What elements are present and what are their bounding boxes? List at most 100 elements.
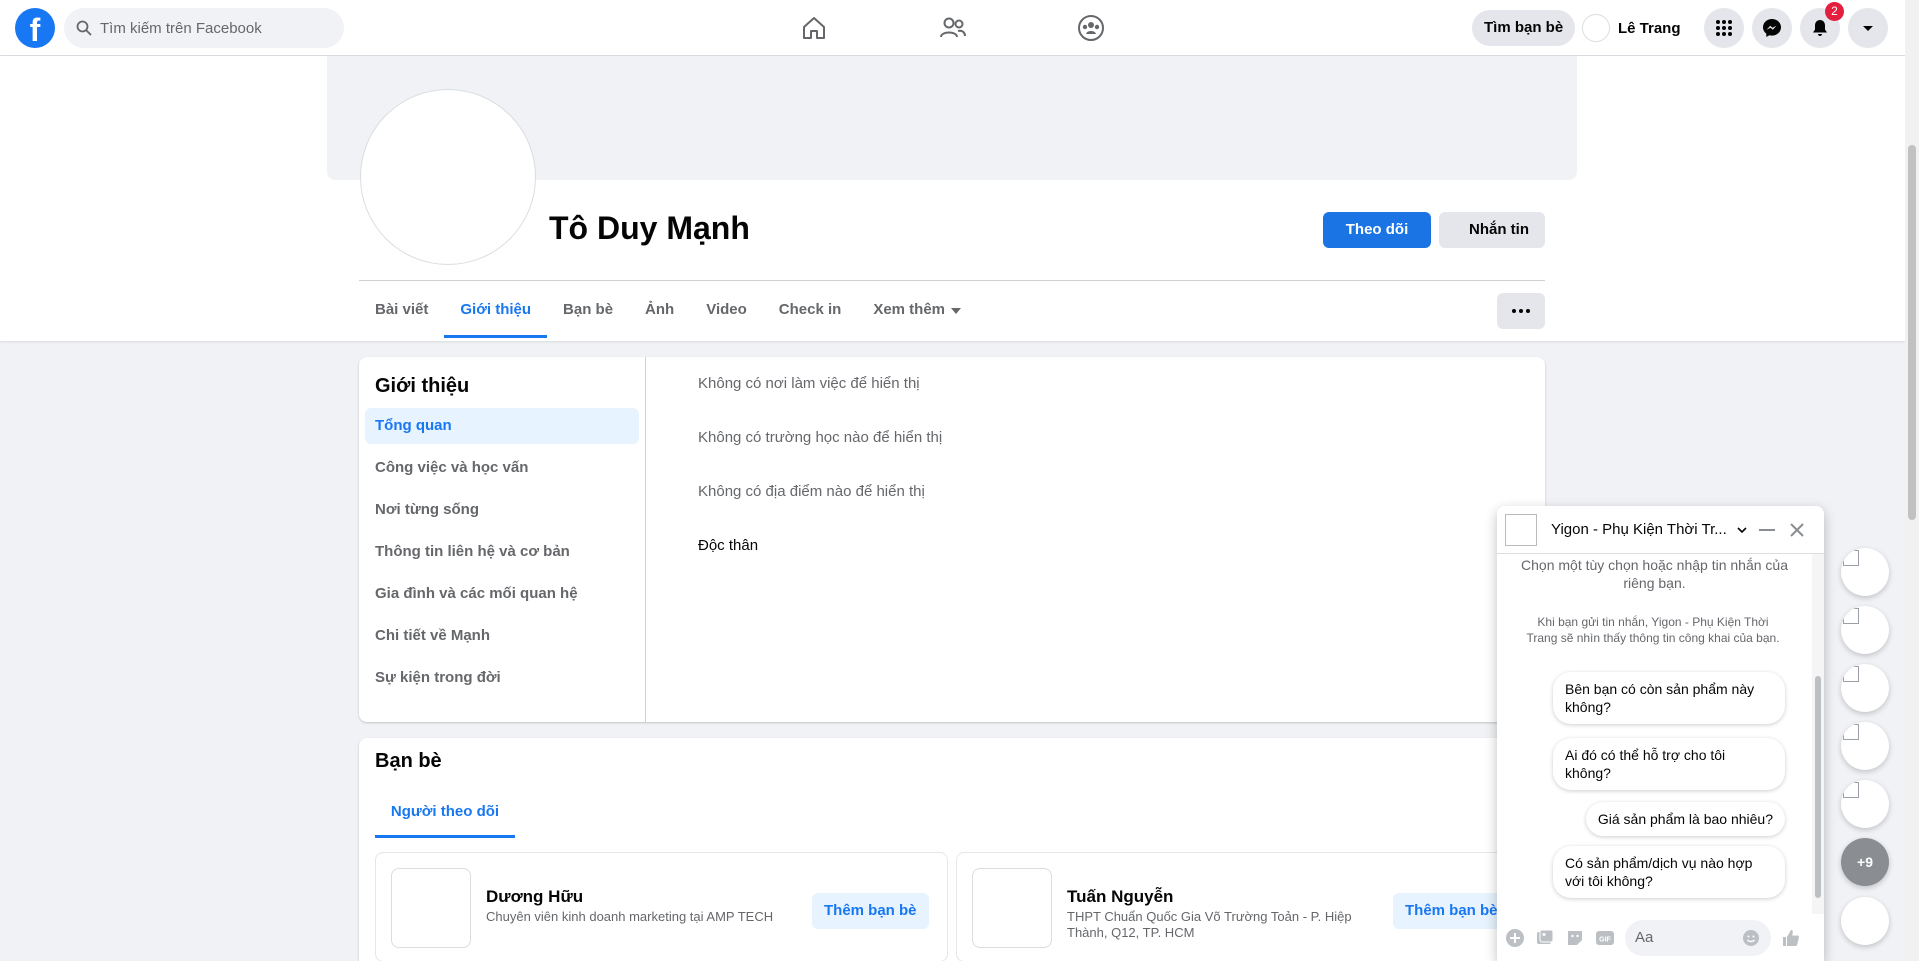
profile-name: Tô Duy Mạnh: [549, 210, 750, 246]
scrollbar-thumb[interactable]: [1815, 676, 1821, 898]
like-icon[interactable]: [1781, 928, 1801, 948]
chat-composer: GIF: [1497, 914, 1824, 961]
quick-reply-button[interactable]: Ai đó có thể hỗ trợ cho tôi không?: [1553, 738, 1785, 790]
quick-reply-button[interactable]: Giá sản phẩm là bao nhiêu?: [1585, 802, 1785, 836]
about-sidebar: Giới thiệu Tổng quan Công việc và học vấ…: [359, 357, 646, 722]
message-button[interactable]: Nhắn tin: [1439, 212, 1545, 248]
chat-head-bubble[interactable]: [1841, 548, 1889, 596]
search-box[interactable]: [64, 8, 344, 48]
friend-name[interactable]: Dương Hữu: [486, 887, 583, 907]
add-friend-button[interactable]: Thêm bạn bè: [812, 893, 929, 929]
tab-label: Check in: [778, 301, 842, 318]
emoji-icon[interactable]: [1741, 928, 1761, 948]
broken-image-icon: [1843, 724, 1859, 740]
avatar: [1582, 14, 1610, 42]
tab-videos[interactable]: Video: [690, 282, 763, 338]
about-school-text: Không có trường học nào để hiển thị: [698, 429, 943, 446]
more-chats-bubble[interactable]: +9: [1841, 838, 1889, 886]
add-friend-button[interactable]: Thêm bạn bè: [1393, 893, 1510, 929]
about-item-places-lived[interactable]: Nơi từng sống: [365, 492, 639, 528]
friend-description: Chuyên viên kinh doanh marketing tại AMP…: [486, 909, 774, 924]
chat-head-bubble[interactable]: [1841, 780, 1889, 828]
about-item-details[interactable]: Chi tiết về Mạnh: [365, 618, 639, 654]
about-workplace-text: Không có nơi làm việc để hiển thị: [698, 375, 920, 392]
friend-photo[interactable]: [391, 868, 471, 948]
close-icon[interactable]: [1787, 520, 1807, 540]
tab-photos[interactable]: Ảnh: [629, 282, 690, 338]
search-icon: [76, 20, 92, 36]
about-item-family-relationships[interactable]: Gia đình và các mối quan hệ: [365, 576, 639, 612]
broken-image-icon: [1843, 550, 1859, 566]
search-input[interactable]: [100, 19, 330, 37]
tab-label: Ảnh: [645, 301, 675, 318]
quick-reply-button[interactable]: Bên bạn có còn sản phẩm này không?: [1553, 672, 1785, 724]
chat-title[interactable]: Yigon - Phụ Kiện Thời Tr...: [1551, 521, 1729, 538]
tab-label: Bạn bè: [563, 301, 614, 318]
about-item-life-events[interactable]: Sự kiện trong đời: [365, 660, 639, 696]
about-item-work-education[interactable]: Công việc và học vấn: [365, 450, 639, 486]
scrollbar-thumb[interactable]: [1908, 145, 1916, 520]
minimize-icon[interactable]: [1759, 529, 1775, 531]
chat-head-bubble[interactable]: [1841, 606, 1889, 654]
tab-label: Bài viết: [375, 301, 429, 318]
broken-image-icon: [1843, 608, 1859, 624]
chat-scrollbar[interactable]: [1812, 554, 1824, 914]
chat-head-bubble[interactable]: [1841, 722, 1889, 770]
friend-card[interactable]: Dương Hữu Chuyên viên kinh doanh marketi…: [375, 852, 948, 961]
account-menu-button[interactable]: [1848, 8, 1888, 48]
chat-header[interactable]: Yigon - Phụ Kiện Thời Tr...: [1497, 506, 1824, 554]
profile-picture[interactable]: [361, 90, 535, 264]
follow-button[interactable]: Theo dõi: [1323, 212, 1431, 248]
friend-name[interactable]: Tuấn Nguyễn: [1067, 887, 1173, 907]
user-profile-chip[interactable]: Lê Trang: [1582, 10, 1681, 46]
notifications-button[interactable]: 2: [1800, 2, 1844, 48]
tab-label: Xem thêm: [873, 301, 946, 318]
friends-title: Bạn bè: [375, 750, 442, 772]
profile-tabs: Bài viết Giới thiệu Bạn bè Ảnh Video Che…: [359, 282, 977, 338]
page-scrollbar[interactable]: [1905, 0, 1919, 961]
facebook-logo[interactable]: f: [15, 8, 55, 48]
chat-window: Yigon - Phụ Kiện Thời Tr... Chọn một tùy…: [1497, 506, 1824, 961]
bell-icon: [1813, 20, 1827, 36]
dot-icon: [1526, 309, 1530, 313]
chat-body: Chọn một tùy chọn hoặc nhập tin nhắn của…: [1497, 554, 1812, 914]
about-title: Giới thiệu: [375, 375, 470, 397]
friend-photo[interactable]: [972, 868, 1052, 948]
broken-image-icon: [1843, 782, 1859, 798]
dot-icon: [1512, 309, 1516, 313]
groups-icon[interactable]: [1075, 12, 1107, 44]
tab-friends[interactable]: Bạn bè: [547, 282, 629, 338]
plus-icon[interactable]: [1505, 928, 1525, 948]
tab-about[interactable]: Giới thiệu: [444, 282, 547, 338]
gif-icon[interactable]: GIF: [1595, 928, 1615, 948]
quick-reply-button[interactable]: Có sản phẩm/dịch vụ nào hợp với tôi khôn…: [1553, 846, 1785, 898]
home-icon[interactable]: [798, 12, 830, 44]
friend-card[interactable]: Tuấn Nguyễn THPT Chuẩn Quốc Gia Võ Trườn…: [956, 852, 1529, 961]
divider: [359, 280, 1545, 281]
notification-badge: 2: [1825, 2, 1844, 21]
messenger-button[interactable]: [1752, 8, 1792, 48]
about-item-contact-basic-info[interactable]: Thông tin liên hệ và cơ bản: [365, 534, 639, 570]
new-message-bubble[interactable]: [1841, 897, 1889, 945]
friend-description: THPT Chuẩn Quốc Gia Võ Trường Toản - P. …: [1067, 909, 1352, 940]
photo-icon[interactable]: [1535, 928, 1555, 948]
tab-more[interactable]: Xem thêm: [857, 282, 977, 338]
chat-intro-text: Chọn một tùy chọn hoặc nhập tin nhắn của…: [1521, 557, 1788, 591]
top-navigation-bar: f Tìm bạn bè Lê Trang 2: [0, 0, 1919, 56]
svg-text:GIF: GIF: [1599, 936, 1611, 943]
tab-check-in[interactable]: Check in: [763, 282, 858, 338]
about-item-overview[interactable]: Tổng quan: [365, 408, 639, 444]
more-options-button[interactable]: [1497, 293, 1545, 329]
tab-posts[interactable]: Bài viết: [359, 282, 444, 338]
about-relationship-text: Độc thân: [698, 537, 759, 554]
caret-down-icon: [951, 308, 962, 314]
chat-avatar[interactable]: [1505, 513, 1537, 546]
chevron-down-icon[interactable]: [1735, 523, 1749, 537]
find-friends-button[interactable]: Tìm bạn bè: [1472, 10, 1576, 46]
menu-grid-button[interactable]: [1704, 8, 1744, 48]
dot-icon: [1519, 309, 1523, 313]
friends-icon[interactable]: [937, 12, 969, 44]
sticker-icon[interactable]: [1565, 928, 1585, 948]
chat-head-bubble[interactable]: [1841, 664, 1889, 712]
tab-followers[interactable]: Người theo dõi: [375, 786, 515, 838]
